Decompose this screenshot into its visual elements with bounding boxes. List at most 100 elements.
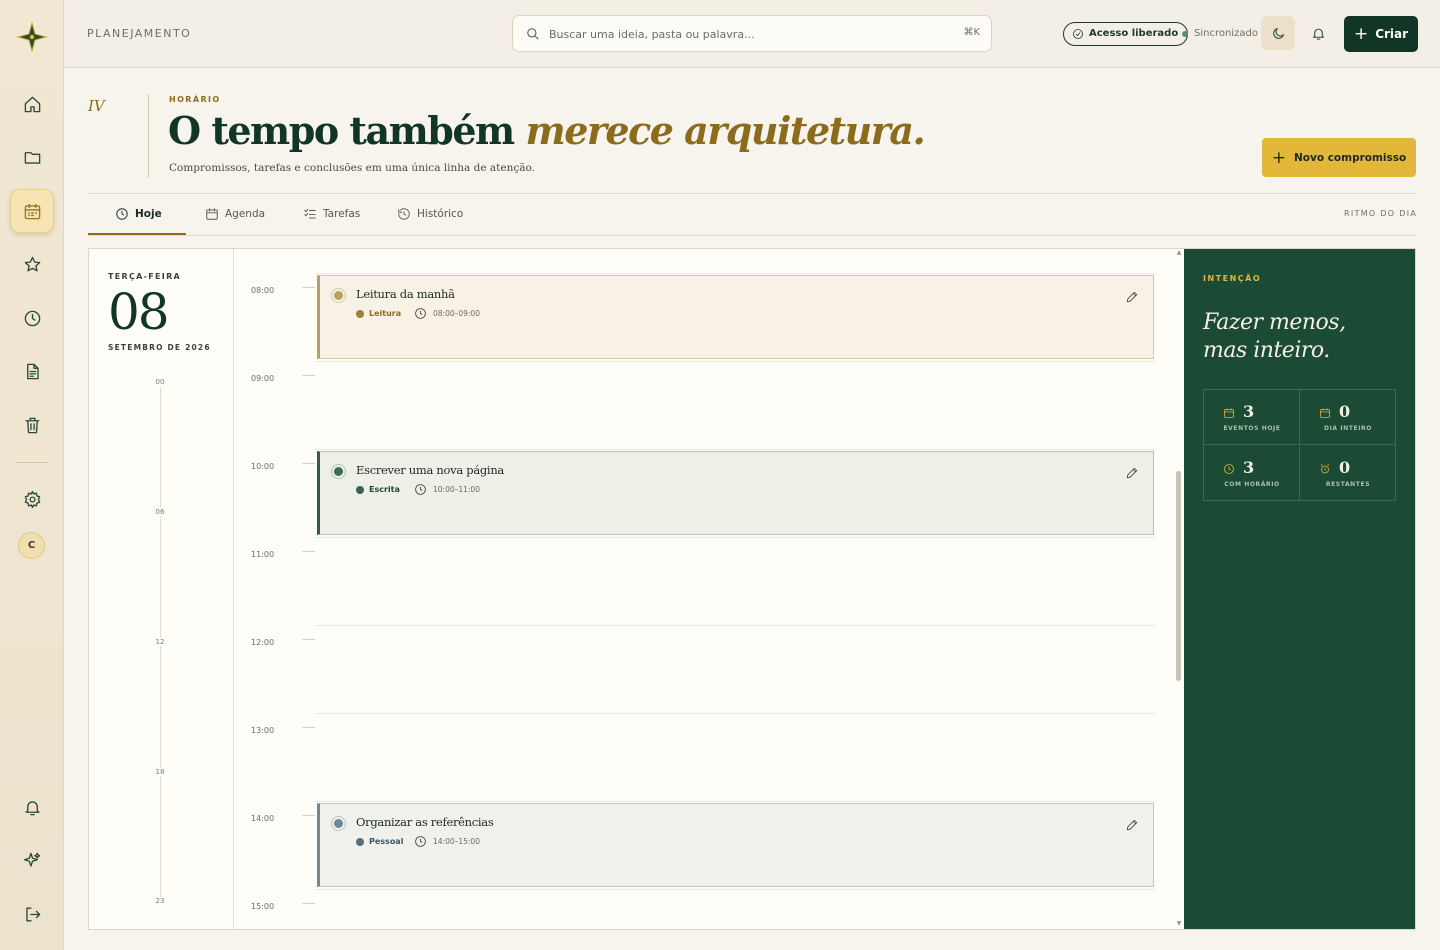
tabs-divider-bottom — [88, 235, 1416, 236]
sidebar-home-button[interactable] — [12, 84, 52, 124]
edit-event-button[interactable] — [1125, 289, 1139, 303]
page-title-accent: merece arquitetura. — [525, 108, 925, 153]
create-button-label: Criar — [1375, 27, 1409, 41]
event-dot — [334, 467, 343, 476]
hour-tick — [302, 375, 315, 376]
stat-all-day: 0 DIA INTEIRO — [1300, 390, 1396, 445]
sidebar-documents-button[interactable] — [12, 351, 52, 391]
clock-icon — [24, 310, 40, 326]
scrollbar-thumb[interactable] — [1176, 471, 1181, 681]
event-card[interactable]: Leitura da manhã Leitura 08:00–09:00 — [317, 275, 1154, 359]
intention-eyebrow: INTENÇÃO — [1203, 274, 1262, 283]
bell-icon — [24, 800, 40, 815]
home-icon — [24, 96, 40, 112]
hour-line — [315, 713, 1155, 714]
search-box[interactable]: ⌘K — [512, 15, 992, 52]
sidebar-history-button[interactable] — [12, 298, 52, 338]
avatar[interactable]: C — [18, 532, 45, 559]
stat-label: COM HORÁRIO — [1224, 481, 1280, 488]
pencil-icon — [1126, 291, 1138, 303]
hour-line — [315, 537, 1155, 538]
sidebar-calendar-button[interactable] — [10, 189, 54, 233]
hour-tick — [302, 815, 315, 816]
hour-line — [315, 273, 1155, 274]
event-card[interactable]: Escrever uma nova página Escrita 10:00–1… — [317, 451, 1154, 535]
theme-toggle-button[interactable] — [1261, 16, 1295, 50]
sidebar-trash-button[interactable] — [12, 405, 52, 445]
timeline-scrollbar[interactable]: ▲ ▼ — [1175, 249, 1183, 929]
sidebar-folders-button[interactable] — [12, 137, 52, 177]
day-view-card: TERÇA-FEIRA 08 SETEMBRO DE 2026 00 06 12… — [88, 248, 1416, 930]
new-appointment-label: Novo compromisso — [1293, 151, 1407, 164]
calendar-icon — [206, 208, 218, 220]
calendar-icon — [1224, 408, 1234, 418]
breadcrumb: PLANEJAMENTO — [87, 27, 192, 40]
stat-label: RESTANTES — [1325, 481, 1371, 488]
tab-agenda[interactable]: Agenda — [205, 205, 265, 223]
clock-icon — [415, 308, 426, 319]
topbar: PLANEJAMENTO ⌘K Acesso liberado Sincroni… — [64, 0, 1440, 68]
tab-label: Tarefas — [323, 208, 361, 220]
clock-icon — [415, 484, 426, 495]
tab-label: Hoje — [135, 208, 162, 220]
event-time: 10:00–11:00 — [414, 484, 480, 495]
document-icon — [26, 363, 39, 379]
day-rhythm-label: RITMO DO DIA — [1344, 209, 1418, 218]
history-icon — [398, 208, 410, 220]
tab-today[interactable]: Hoje — [115, 205, 162, 223]
hour-line — [315, 889, 1155, 890]
checklist-icon — [304, 208, 316, 219]
hour-line — [315, 361, 1155, 362]
trash-icon — [24, 417, 40, 433]
edit-event-button[interactable] — [1125, 465, 1139, 479]
event-title: Organizar as referências — [356, 815, 494, 829]
sidebar-ai-button[interactable] — [12, 840, 52, 880]
stat-events-today: 3 EVENTOS HOJE — [1204, 390, 1300, 445]
notifications-button[interactable] — [1301, 16, 1335, 50]
moon-icon — [1272, 27, 1284, 39]
sidebar-notifications-button[interactable] — [12, 787, 52, 827]
edit-event-button[interactable] — [1125, 817, 1139, 831]
event-dot — [334, 291, 343, 300]
stat-value: 3 — [1243, 402, 1255, 421]
section-numeral: IV — [88, 97, 105, 115]
sidebar-favorites-button[interactable] — [12, 244, 52, 284]
clock-icon — [1224, 464, 1234, 474]
alarm-icon — [1320, 464, 1330, 474]
event-card[interactable]: Organizar as referências Pessoal 14:00–1… — [317, 803, 1154, 887]
tab-history[interactable]: Histórico — [397, 205, 463, 223]
page-title-main: O tempo também — [168, 108, 526, 153]
tab-tasks[interactable]: Tarefas — [303, 205, 360, 223]
sidebar-logout-button[interactable] — [12, 894, 52, 934]
search-input[interactable] — [549, 25, 949, 43]
sync-status: Sincronizado — [1182, 28, 1258, 39]
check-circle-icon — [1073, 29, 1083, 39]
hour-line — [315, 801, 1155, 802]
hour-tick — [302, 727, 315, 728]
star-icon — [24, 256, 40, 272]
scroll-down-arrow[interactable]: ▼ — [1175, 920, 1183, 927]
sidebar-settings-button[interactable] — [12, 479, 52, 519]
scroll-up-arrow[interactable]: ▲ — [1175, 249, 1183, 256]
hour-line — [315, 449, 1155, 450]
mini-axis-tick: 18 — [147, 768, 173, 776]
access-badge[interactable]: Acesso liberado — [1063, 22, 1189, 46]
mini-axis-tick: 12 — [147, 638, 173, 646]
logo-icon[interactable] — [16, 21, 48, 53]
tab-label: Histórico — [417, 208, 464, 220]
folder-icon — [24, 151, 40, 164]
mini-axis-tick: 00 — [147, 378, 173, 386]
stat-timed: 3 COM HORÁRIO — [1204, 446, 1300, 501]
event-tag: Escrita — [356, 485, 400, 494]
hour-label: 14:00 — [251, 814, 275, 823]
timeline[interactable]: 08:00 09:00 10:00 11:00 12:00 13:00 14:0… — [235, 249, 1183, 929]
new-appointment-button[interactable]: + Novo compromisso — [1262, 138, 1416, 177]
create-button[interactable]: + Criar — [1344, 16, 1418, 52]
calendar-icon — [1320, 408, 1330, 418]
plus-icon: + — [1353, 23, 1369, 44]
stat-value: 0 — [1339, 402, 1351, 421]
hour-label: 13:00 — [251, 726, 275, 735]
day-number: 08 — [108, 283, 170, 341]
weekday-label: TERÇA-FEIRA — [108, 272, 182, 281]
hour-label: 15:00 — [251, 902, 275, 911]
